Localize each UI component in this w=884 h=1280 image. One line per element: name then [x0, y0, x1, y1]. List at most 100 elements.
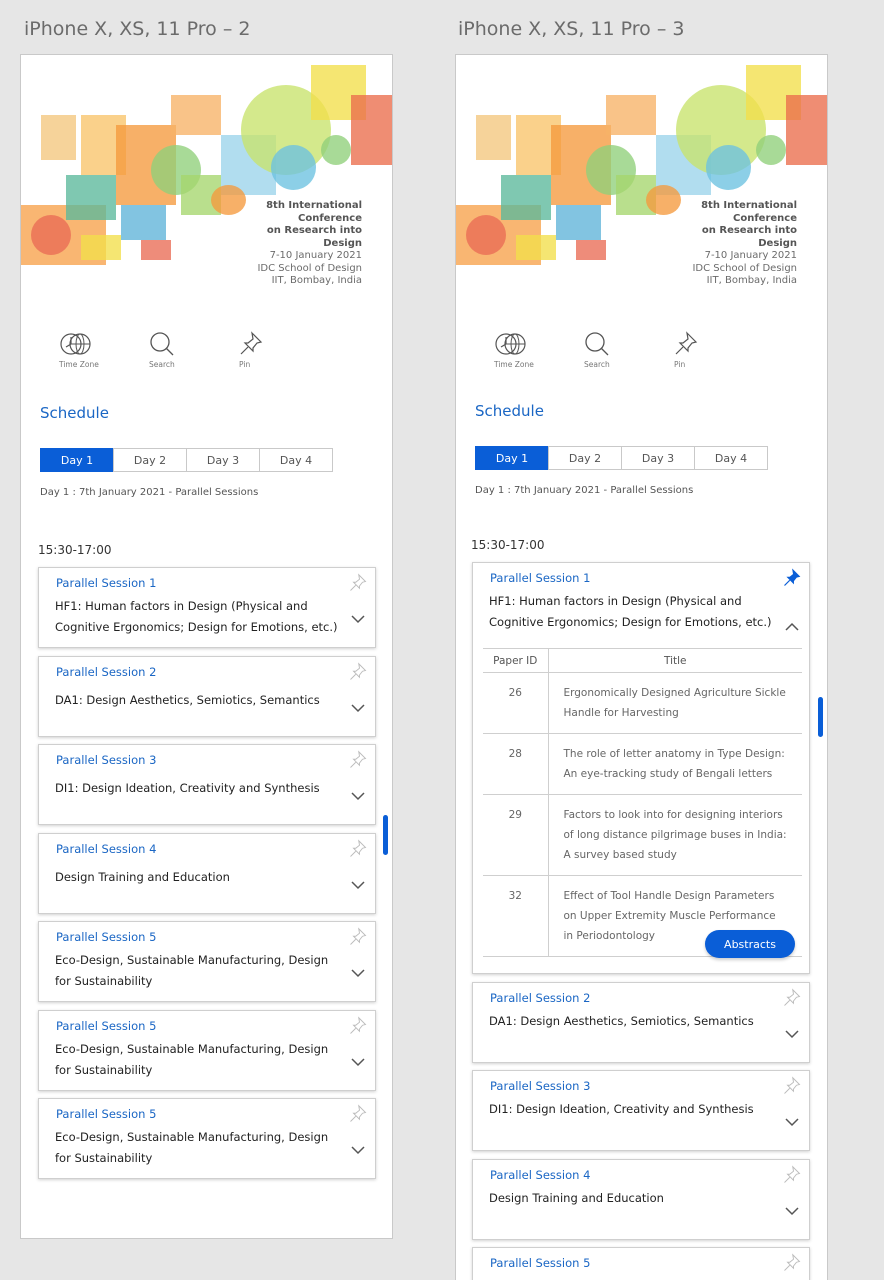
chevron-down-icon[interactable]	[351, 1142, 365, 1160]
session-track: Eco-Design, Sustainable Manufacturing, D…	[55, 953, 329, 988]
banner-shape	[121, 205, 166, 240]
chevron-down-icon[interactable]	[785, 1026, 799, 1044]
session-card[interactable]: Parallel Session 5 Eco-Design, Sustainab…	[38, 921, 376, 1002]
conference-banner: 8th International Conference on Research…	[456, 55, 827, 300]
day-tabs: Day 1 Day 2 Day 3 Day 4	[40, 448, 392, 472]
scrollbar-thumb[interactable]	[818, 697, 823, 737]
session-track: Eco-Design, Sustainable Manufacturing, D…	[55, 1041, 329, 1077]
pin-icon[interactable]	[349, 573, 367, 598]
abstracts-button[interactable]: Abstracts	[705, 930, 795, 958]
table-row[interactable]: 28 The role of letter anatomy in Type De…	[483, 733, 802, 795]
artboard-label: iPhone X, XS, 11 Pro – 2	[24, 18, 251, 40]
chevron-down-icon[interactable]	[351, 1054, 365, 1072]
pin-icon[interactable]	[349, 1104, 367, 1129]
table-row[interactable]: 29 Factors to look into for designing in…	[483, 794, 802, 876]
session-card[interactable]: Parallel Session 3 DI1: Design Ideation,…	[472, 1070, 810, 1151]
pin-button[interactable]: Pin	[674, 330, 764, 380]
day-info: Day 1 : 7th January 2021 - Parallel Sess…	[40, 487, 259, 498]
chevron-down-icon[interactable]	[351, 788, 365, 806]
chevron-down-icon[interactable]	[351, 877, 365, 895]
session-card[interactable]: Parallel Session 5 Eco-Design, Sustainab…	[38, 1098, 376, 1179]
session-track: DI1: Design Ideation, Creativity and Syn…	[489, 1102, 754, 1116]
banner-shape	[31, 215, 71, 255]
pin-icon[interactable]	[349, 750, 367, 775]
session-track: Eco-Design, Sustainable Manufacturing, D…	[55, 1130, 329, 1165]
session-card[interactable]: Parallel Session 2 DA1: Design Aesthetic…	[38, 655, 376, 737]
header-title: Title	[547, 648, 802, 673]
day-info: Day 1 : 7th January 2021 - Parallel Sess…	[475, 485, 694, 496]
search-icon	[584, 330, 610, 358]
chevron-down-icon[interactable]	[351, 611, 365, 629]
artboard-label: iPhone X, XS, 11 Pro – 3	[458, 18, 685, 40]
chevron-down-icon[interactable]	[785, 1114, 799, 1132]
session-card[interactable]: Parallel Session 4 Design Training and E…	[38, 832, 376, 914]
session-label: Parallel Session 2	[56, 664, 157, 679]
tab-day-1[interactable]: Day 1	[475, 446, 549, 470]
session-label: Parallel Session 3	[490, 1079, 591, 1093]
timezone-button[interactable]: Time Zone	[59, 330, 149, 380]
pin-icon[interactable]	[349, 927, 367, 952]
table-row[interactable]: 26 Ergonomically Designed Agriculture Si…	[483, 672, 802, 734]
session-track: DA1: Design Aesthetics, Semiotics, Seman…	[489, 1013, 754, 1028]
tab-day-2[interactable]: Day 2	[548, 446, 622, 470]
tab-day-2[interactable]: Day 2	[113, 448, 187, 472]
session-card[interactable]: Parallel Session 5	[472, 1247, 810, 1280]
toolbar: Time Zone Search Pin	[21, 330, 392, 380]
scrollbar-thumb[interactable]	[383, 815, 388, 855]
session-label: Parallel Session 5	[490, 1256, 591, 1270]
banner-shape	[81, 235, 121, 260]
tab-day-4[interactable]: Day 4	[259, 448, 333, 472]
conference-info: 8th International Conference on Research…	[257, 200, 362, 286]
banner-shape	[271, 145, 316, 190]
pin-icon[interactable]	[783, 1164, 801, 1190]
pin-button[interactable]: Pin	[239, 330, 329, 380]
day-tabs: Day 1 Day 2 Day 3 Day 4	[475, 446, 827, 470]
banner-shape	[476, 115, 511, 160]
pin-icon[interactable]	[783, 1253, 801, 1278]
session-track: DI1: Design Ideation, Creativity and Syn…	[55, 781, 320, 795]
conference-banner: 8th International Conference on Research…	[21, 55, 392, 300]
session-card[interactable]: Parallel Session 3 DI1: Design Ideation,…	[38, 744, 376, 825]
session-card[interactable]: Parallel Session 4 Design Training and E…	[472, 1158, 810, 1240]
session-track: Design Training and Education	[55, 869, 230, 884]
session-card[interactable]: Parallel Session 2 DA1: Design Aesthetic…	[472, 981, 810, 1063]
search-button[interactable]: Search	[149, 330, 239, 380]
session-list: Parallel Session 1 HF1: Human factors in…	[38, 567, 376, 1179]
banner-shape	[756, 135, 786, 165]
time-slot: 15:30-17:00	[471, 538, 545, 552]
banner-shape	[786, 95, 827, 165]
paper-title: The role of letter anatomy in Type Desig…	[547, 733, 802, 795]
schedule-title: Schedule	[40, 404, 109, 422]
pin-icon[interactable]	[783, 1076, 801, 1101]
toolbar: Time Zone Search Pin	[456, 330, 827, 380]
pin-icon[interactable]	[349, 1015, 367, 1041]
timezone-button[interactable]: Time Zone	[494, 330, 584, 380]
search-button[interactable]: Search	[584, 330, 674, 380]
pin-icon[interactable]	[349, 838, 367, 864]
session-card-expanded[interactable]: Parallel Session 1 HF1: Human factors in…	[472, 562, 810, 974]
banner-shape	[211, 185, 246, 215]
chevron-down-icon[interactable]	[351, 965, 365, 983]
chevron-down-icon[interactable]	[785, 1203, 799, 1221]
pinned-icon[interactable]	[783, 568, 801, 593]
banner-shape	[516, 235, 556, 260]
tab-day-3[interactable]: Day 3	[621, 446, 695, 470]
banner-shape	[141, 240, 171, 260]
banner-shape	[606, 95, 656, 135]
time-slot: 15:30-17:00	[38, 543, 112, 557]
chevron-down-icon[interactable]	[351, 700, 365, 718]
session-card[interactable]: Parallel Session 5 Eco-Design, Sustainab…	[38, 1009, 376, 1091]
pin-icon	[674, 330, 698, 358]
session-card[interactable]: Parallel Session 1 HF1: Human factors in…	[38, 567, 376, 648]
pin-icon[interactable]	[783, 987, 801, 1013]
tab-day-1[interactable]: Day 1	[40, 448, 114, 472]
tab-day-4[interactable]: Day 4	[694, 446, 768, 470]
chevron-up-icon[interactable]	[785, 618, 799, 636]
tab-day-3[interactable]: Day 3	[186, 448, 260, 472]
session-label: Parallel Session 1	[56, 576, 157, 590]
paper-id: 29	[483, 794, 549, 876]
header-paper-id: Paper ID	[483, 648, 549, 673]
banner-shape	[66, 175, 116, 220]
banner-shape	[706, 145, 751, 190]
pin-icon[interactable]	[349, 661, 367, 687]
